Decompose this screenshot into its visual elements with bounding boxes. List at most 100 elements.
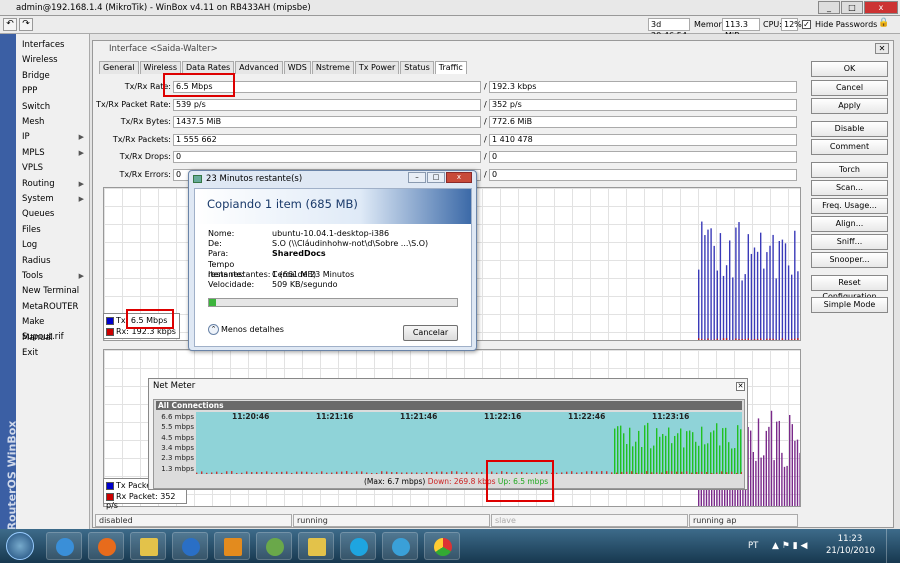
sidebar-item-label: Mesh: [22, 117, 45, 127]
lock-icon: 🔒: [878, 18, 890, 28]
down-bar: [456, 471, 458, 474]
sidebar-item-mpls[interactable]: MPLS ▶: [22, 146, 88, 161]
copy-field-key: De:: [208, 239, 222, 249]
down-bar: [381, 471, 383, 474]
sidebar-item-manual[interactable]: Manual: [22, 331, 88, 346]
sidebar-item-interfaces[interactable]: Interfaces: [22, 38, 88, 53]
sidebar-item-ip[interactable]: IP ▶: [22, 130, 88, 145]
down-bar: [646, 471, 648, 474]
folder-task[interactable]: [298, 532, 334, 560]
rx-rate-bar: [719, 339, 722, 340]
cancel-copy-button[interactable]: Cancelar: [403, 325, 458, 341]
comment-button[interactable]: Comment: [811, 139, 888, 155]
sidebar-item-queues[interactable]: Queues: [22, 207, 88, 222]
scan-button[interactable]: Scan...: [811, 180, 888, 196]
sidebar-item-vpls[interactable]: VPLS: [22, 161, 88, 176]
copy-close-button[interactable]: x: [446, 172, 472, 183]
rx-rate-bar: [732, 339, 734, 340]
sidebar-item-routing[interactable]: Routing ▶: [22, 177, 88, 192]
tab-nstreme[interactable]: Nstreme: [311, 61, 354, 74]
simple-mode-button[interactable]: Simple Mode: [811, 297, 888, 313]
tab-status[interactable]: Status: [400, 61, 434, 74]
sidebar-item-switch[interactable]: Switch: [22, 100, 88, 115]
copy-minimize-button[interactable]: –: [408, 172, 426, 183]
sidebar-item-tools[interactable]: Tools ▶: [22, 269, 88, 284]
tab-general[interactable]: General: [99, 61, 139, 74]
disable-button[interactable]: Disable: [811, 121, 888, 137]
show-desktop-button[interactable]: [886, 529, 900, 563]
ie-task[interactable]: [46, 532, 82, 560]
clock-date[interactable]: 21/10/2010: [826, 546, 875, 556]
rx-rate-bar: [701, 338, 703, 340]
sidebar-item-label: MetaROUTER: [22, 301, 79, 312]
net-meter-close-icon[interactable]: ✕: [736, 382, 745, 391]
redo-icon[interactable]: ↷: [19, 18, 33, 31]
language-indicator[interactable]: PT: [748, 541, 758, 551]
tab-traffic[interactable]: Traffic: [434, 61, 467, 74]
sidebar-item-ppp[interactable]: PPP: [22, 84, 88, 99]
clock-time[interactable]: 11:23: [830, 534, 870, 544]
minimize-button[interactable]: _: [818, 1, 840, 14]
ok-button[interactable]: OK: [811, 61, 888, 77]
app-task[interactable]: [172, 532, 208, 560]
sidebar-item-make-supout-rif[interactable]: Make Supout.rif: [22, 315, 88, 342]
sidebar-item-radius[interactable]: Radius: [22, 254, 88, 269]
skype-task[interactable]: [340, 532, 376, 560]
sidebar-item-metarouter[interactable]: MetaROUTER: [22, 300, 88, 315]
sidebar-item-mesh[interactable]: Mesh: [22, 115, 88, 130]
copy-field: Itens restantes: 1 (661 MB): [208, 270, 316, 280]
less-details-toggle[interactable]: ⌃ Menos detalhes: [208, 324, 284, 335]
up-bar: [695, 441, 697, 474]
copy-maximize-button[interactable]: □: [427, 172, 445, 183]
up-bar: [740, 429, 742, 474]
align-button[interactable]: Align...: [811, 216, 888, 232]
up-bar: [662, 433, 664, 474]
sidebar-item-label: Queues: [22, 209, 55, 220]
down-bar: [586, 471, 588, 474]
down-bar: [336, 471, 338, 474]
tab-tx-power[interactable]: Tx Power: [354, 61, 400, 74]
net-meter-title: Net Meter: [153, 381, 196, 391]
freq-usage-button[interactable]: Freq. Usage...: [811, 198, 888, 214]
apply-button[interactable]: Apply: [811, 98, 888, 114]
sidebar-item-bridge[interactable]: Bridge: [22, 69, 88, 84]
firefox-task[interactable]: [88, 532, 124, 560]
packet-bar: [760, 457, 762, 506]
hide-passwords-checkbox[interactable]: ✓: [802, 20, 811, 29]
maximize-button[interactable]: □: [841, 1, 863, 14]
sidebar-item-new-terminal[interactable]: New Terminal: [22, 284, 88, 299]
sidebar-item-exit[interactable]: Exit: [22, 346, 88, 361]
explorer-task[interactable]: [130, 532, 166, 560]
undo-icon[interactable]: ↶: [3, 18, 17, 31]
close-button[interactable]: x: [864, 1, 898, 14]
tab-wds[interactable]: WDS: [283, 61, 311, 74]
up-bar: [731, 448, 733, 474]
tx-rate-bar: [760, 232, 762, 340]
tray-icons[interactable]: ▲ ⚑ ▮ ◀: [772, 541, 807, 551]
start-button[interactable]: [6, 532, 34, 560]
sidebar-item-wireless[interactable]: Wireless: [22, 53, 88, 68]
down-bar: [696, 472, 698, 474]
messenger-task[interactable]: [382, 532, 418, 560]
chrome-task[interactable]: [424, 532, 460, 560]
copy-field: De: S.O (\\Cláudinhohw-not\d\Sobre ...\S.…: [208, 239, 428, 249]
tx-rate-bar: [707, 229, 709, 340]
up-bar: [692, 432, 694, 474]
down-bar: [666, 471, 668, 474]
sidebar-brand: RouterOS WinBox: [0, 34, 19, 531]
copy-field: Velocidade: 509 KB/segundo: [208, 280, 338, 290]
sidebar-item-log[interactable]: Log: [22, 238, 88, 253]
sniff-button[interactable]: Sniff...: [811, 234, 888, 250]
sidebar-item-files[interactable]: Files: [22, 223, 88, 238]
reset-configuration-button[interactable]: Reset Configuration: [811, 275, 888, 301]
media-task[interactable]: [214, 532, 250, 560]
torch-button[interactable]: Torch: [811, 162, 888, 178]
tab-advanced[interactable]: Advanced: [235, 61, 283, 74]
snooper-button[interactable]: Snooper...: [811, 252, 888, 268]
network-task[interactable]: [256, 532, 292, 560]
interface-close-icon[interactable]: ✕: [875, 43, 889, 54]
cancel-button[interactable]: Cancel: [811, 80, 888, 96]
sidebar-item-system[interactable]: System ▶: [22, 192, 88, 207]
rx-rate-bar: [704, 339, 706, 340]
tx-field: 0: [173, 151, 481, 164]
